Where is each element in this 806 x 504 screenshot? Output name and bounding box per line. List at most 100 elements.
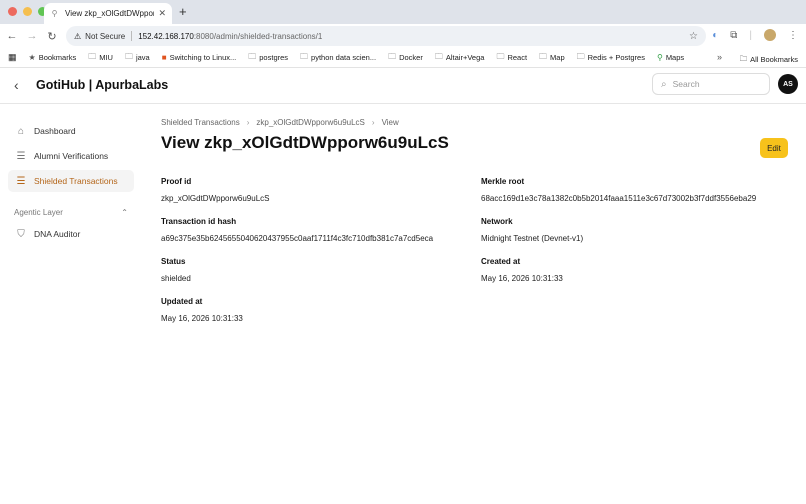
folder-icon: 🗀 [88,51,97,61]
bookmark-item[interactable]: 🗀 python data scien... [300,51,376,65]
sidebar-item-label: Alumni Verifications [34,151,109,161]
profile-icon[interactable] [764,29,776,41]
sidebar-item-dashboard[interactable]: ⌂ Dashboard [8,120,134,142]
bookmarks-bar: ▦ ★ Bookmarks 🗀 MIU 🗀 java ■ Switching to Li… [0,48,806,68]
avatar[interactable]: AS [778,74,798,94]
url-path: :8080/admin/shielded-transactions/1 [193,31,323,41]
folder-icon: 🗀 [300,51,309,61]
sidebar-group-agentic-layer[interactable]: Agentic Layer ⌃ [8,208,134,217]
bookmark-item[interactable]: 🗀 java [125,51,150,65]
bookmark-label: MIU [99,53,113,62]
brand-title[interactable]: GotiHub | ApurbaLabs [36,78,168,92]
sidebar-item-shielded-transactions[interactable]: ☰ Shielded Transactions [8,170,134,192]
breadcrumb-item[interactable]: Shielded Transactions [161,118,240,127]
bookmark-item[interactable]: 🗀 Map [539,51,565,65]
apps-grid-icon[interactable]: ▦ [8,52,17,63]
field-value: zkp_xOlGdtDWpporw6u9uLcS [161,194,270,203]
toolbar-icons: ◐ ⧉ | ⋮ [712,29,798,41]
star-icon: ★ [28,53,36,62]
bookmark-label: Docker [399,53,423,62]
folder-icon: 🗀 [388,51,397,61]
breadcrumb-item[interactable]: zkp_xOlGdtDWpporw6u9uLcS [256,118,365,127]
back-arrow-icon[interactable]: ← [2,30,22,42]
puzzle-extensions-icon[interactable]: ⧉ [730,30,737,41]
bookmark-icon: ■ [161,53,167,62]
extension-icon[interactable]: ◐ [712,30,718,41]
chevron-right-icon: › [246,118,250,127]
page-title: View zkp_xOlGdtDWpporw6u9uLcS [161,133,449,152]
chevron-up-icon[interactable]: ⌃ [121,208,128,217]
breadcrumb: Shielded Transactions › zkp_xOlGdtDWppor… [161,118,791,127]
back-chevron-icon[interactable]: ‹ [14,77,19,93]
sidebar-item-label: DNA Auditor [34,229,81,239]
folder-icon: 🗀 [576,51,585,61]
field-value: 68acc169d1e3c78a1382c0b5b2014faaa1511e3c… [481,194,757,203]
all-bookmarks-label: All Bookmarks [750,55,798,64]
search-input[interactable]: ⌕ Search [652,73,770,95]
browser-tab[interactable]: ⚲ View zkp_xOlGdtDWpporw6u9uLcS ✕ [44,3,172,24]
bookmark-label: Maps [665,53,685,62]
bookmark-star-icon[interactable]: ☆ [689,31,698,42]
minimize-window-button[interactable] [23,7,32,16]
field-label: Status [161,257,186,266]
page-favicon-icon: ⚲ [51,9,58,18]
sidebar: ⌂ Dashboard ☰ Alumni Verifications ☰ Shi… [8,120,134,248]
browser-tab-bar: ⚲ View zkp_xOlGdtDWpporw6u9uLcS ✕ + [0,0,806,24]
sidebar-item-label: Dashboard [34,126,76,136]
bookmark-item[interactable]: 🗀 Redis + Postgres [577,51,645,65]
field-label: Updated at [161,297,203,306]
bookmark-item[interactable]: 🗀 MIU [88,51,113,65]
bookmark-item[interactable]: 🗀 Altair+Vega [435,51,485,65]
folder-icon: 🗀 [434,51,443,61]
url-host: 152.42.168.170 [138,31,194,41]
address-bar[interactable]: ⚠ Not Secure 152.42.168.170 :8080/admin/… [66,26,706,46]
close-tab-icon[interactable]: ✕ [158,8,166,19]
field-value: Midnight Testnet (Devnet-v1) [481,234,584,243]
field-value: May 16, 2026 10:31:33 [481,274,563,283]
field-merkle-root: Merkle root 68acc169d1e3c78a1382c0b5b201… [481,177,801,203]
bookmark-item[interactable]: ■ Switching to Linux... [162,53,237,62]
sidebar-group-label: Agentic Layer [14,208,63,217]
bookmark-label: Map [550,53,565,62]
map-pin-icon: ⚲ [656,53,663,62]
folder-icon: 🗀 [539,51,548,61]
omnibox-divider [131,31,133,41]
edit-button[interactable]: Edit [760,138,788,158]
main-content: Shielded Transactions › zkp_xOlGdtDWppor… [161,118,791,153]
sidebar-item-dna-auditor[interactable]: ⛉ DNA Auditor [8,223,134,245]
toolbar-divider: | [749,29,752,41]
bookmark-item[interactable]: 🗀 Docker [388,51,423,65]
field-label: Network [481,217,513,226]
bookmark-label: React [507,53,528,62]
field-proof-id: Proof id zkp_xOlGdtDWpporw6u9uLcS [161,177,481,203]
field-label: Created at [481,257,521,266]
bookmark-item[interactable]: 🗀 postgres [248,51,288,65]
menu-kebab-icon[interactable]: ⋮ [788,30,798,41]
reload-icon[interactable]: ↻ [42,30,62,43]
field-network: Network Midnight Testnet (Devnet-v1) [481,217,801,243]
sidebar-item-alumni-verifications[interactable]: ☰ Alumni Verifications [8,145,134,167]
folder-icon: 🗀 [739,54,748,63]
stack-icon: ☰ [16,175,26,187]
field-value: May 16, 2026 10:31:33 [161,314,243,323]
bookmark-label: java [135,53,150,62]
close-window-button[interactable] [8,7,17,16]
forward-arrow-icon[interactable]: → [22,30,42,42]
bookmark-item[interactable]: ⚲ Maps [657,53,684,62]
more-bookmarks-icon[interactable]: » [717,52,722,62]
bookmark-item[interactable]: ★ Bookmarks [29,53,77,62]
stack-icon: ☰ [16,150,26,162]
bookmark-label: Switching to Linux... [169,53,237,62]
folder-icon: 🗀 [124,51,133,61]
field-label: Proof id [161,177,192,186]
bookmark-item[interactable]: 🗀 React [496,51,527,65]
home-icon: ⌂ [17,125,25,137]
field-label: Merkle root [481,177,525,186]
security-label[interactable]: Not Secure [85,32,125,41]
field-value: a69c375e35b6245655040620437955c0aaf1711f… [161,234,434,243]
field-label: Transaction id hash [161,217,237,226]
search-placeholder: Search [672,79,700,89]
breadcrumb-item-current: View [381,118,399,127]
all-bookmarks[interactable]: 🗀 All Bookmarks [740,53,798,66]
new-tab-icon[interactable]: + [179,4,187,19]
